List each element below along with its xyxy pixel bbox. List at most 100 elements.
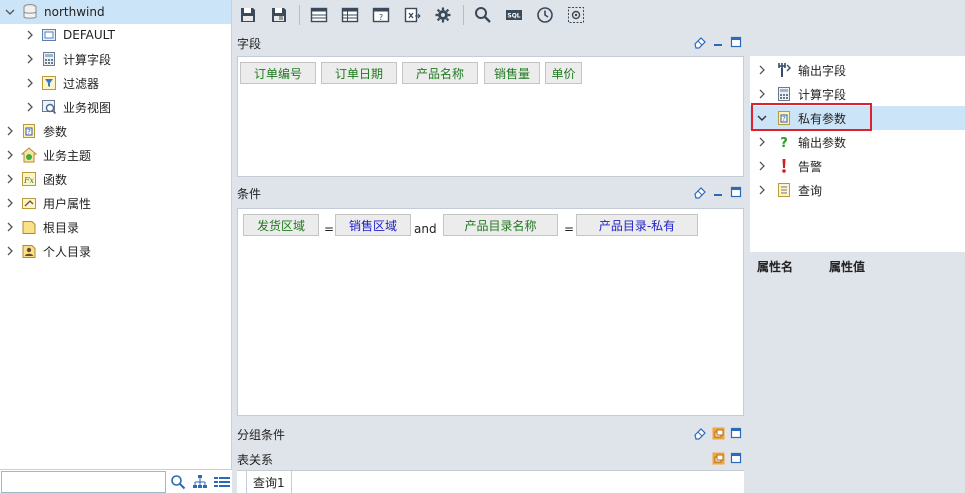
chevron-right-icon[interactable] — [24, 53, 36, 65]
tree-node-alert[interactable]: 告警 — [750, 154, 965, 178]
maximize-icon[interactable] — [729, 451, 743, 465]
save-icon[interactable] — [237, 4, 259, 26]
svg-text:Fx: Fx — [23, 176, 35, 185]
condition-right-param-2[interactable]: 产品目录-私有 — [576, 214, 698, 236]
param-window-icon[interactable]: ? — [370, 4, 392, 26]
tree-node-query[interactable]: 查询 — [750, 178, 965, 202]
export-icon[interactable] — [401, 4, 423, 26]
chevron-down-icon[interactable] — [4, 6, 16, 18]
tree-node-personal-folder[interactable]: 个人目录 — [0, 239, 231, 263]
maximize-icon[interactable] — [729, 185, 743, 199]
field-chip-order-date[interactable]: 订单日期 — [321, 62, 397, 84]
tree-node-function[interactable]: Fx 函数 — [0, 167, 231, 191]
function-icon: Fx — [21, 171, 37, 187]
restore-icon[interactable] — [711, 426, 725, 440]
chevron-right-icon[interactable] — [24, 77, 36, 89]
table-layout-icon[interactable] — [308, 4, 330, 26]
field-chip-sales-qty[interactable]: 销售量 — [484, 62, 540, 84]
conditions-panel[interactable]: 发货区域 = 销售区域 and 产品目录名称 = 产品目录-私有 — [237, 208, 744, 416]
fields-panel[interactable]: 订单编号 订单日期 产品名称 销售量 单价 — [237, 56, 744, 177]
condition-operator-2[interactable]: = — [564, 222, 574, 236]
field-chip-unit-price[interactable]: 单价 — [545, 62, 582, 84]
condition-left-field-1[interactable]: 发货区域 — [243, 214, 319, 236]
tree-search-input[interactable] — [1, 470, 166, 493]
property-value-header: 属性值 — [829, 259, 866, 274]
tab-query-1[interactable]: 查询1 — [246, 471, 292, 493]
grid-layout-icon[interactable] — [339, 4, 361, 26]
chevron-right-icon[interactable] — [4, 245, 16, 257]
tree-node-business-view[interactable]: 业务视图 — [0, 95, 231, 119]
eraser-icon[interactable] — [693, 35, 707, 49]
property-name-header: 属性名 — [757, 259, 794, 274]
tree-node-label: 计算字段 — [63, 52, 112, 67]
chevron-right-icon[interactable] — [756, 160, 768, 172]
tree-node-calc-field[interactable]: 计算字段 — [0, 47, 231, 71]
chevron-right-icon[interactable] — [756, 88, 768, 100]
toolbar-divider — [299, 5, 300, 25]
tree-node-root-folder[interactable]: 根目录 — [0, 215, 231, 239]
field-chip-order-id[interactable]: 订单编号 — [240, 62, 316, 84]
main-toolbar: ? SQL — [233, 0, 965, 30]
svg-text:?: ? — [780, 136, 788, 150]
chevron-right-icon[interactable] — [24, 29, 36, 41]
sql-icon[interactable]: SQL — [503, 4, 525, 26]
tree-view-icon[interactable] — [190, 472, 210, 492]
eraser-icon[interactable] — [693, 185, 707, 199]
restore-icon[interactable] — [711, 451, 725, 465]
condition-operator-1[interactable]: = — [324, 222, 334, 236]
maximize-icon[interactable] — [729, 426, 743, 440]
field-chip-product-name[interactable]: 产品名称 — [402, 62, 478, 84]
chevron-right-icon[interactable] — [756, 136, 768, 148]
preview-icon[interactable] — [565, 4, 587, 26]
gear-icon[interactable] — [432, 4, 454, 26]
tree-node-output-field[interactable]: 输出字段 — [750, 58, 965, 82]
condition-left-field-2[interactable]: 产品目录名称 — [443, 214, 558, 236]
tree-node-label: 输出字段 — [798, 63, 847, 78]
query-tab-bar: 查询1 — [237, 470, 744, 493]
tree-node-label: 告警 — [798, 159, 823, 174]
tree-node-label: 查询 — [798, 183, 823, 198]
tree-node-label: 计算字段 — [798, 87, 847, 102]
tree-node-northwind[interactable]: northwind — [0, 0, 231, 24]
chevron-right-icon[interactable] — [24, 101, 36, 113]
save-as-icon[interactable] — [268, 4, 290, 26]
condition-right-param-1[interactable]: 销售区域 — [335, 214, 411, 236]
tree-node-business-topic[interactable]: 业务主题 — [0, 143, 231, 167]
eraser-icon[interactable] — [693, 426, 707, 440]
default-folder-icon — [41, 27, 57, 43]
tree-node-user-attr[interactable]: 用户属性 — [0, 191, 231, 215]
group-section-title: 分组条件 — [237, 428, 286, 442]
database-icon — [22, 4, 38, 20]
chevron-right-icon[interactable] — [756, 64, 768, 76]
user-attr-icon — [21, 195, 37, 211]
search-icon[interactable] — [472, 4, 494, 26]
condition-connector[interactable]: and — [414, 222, 437, 236]
maximize-icon[interactable] — [729, 35, 743, 49]
chevron-right-icon[interactable] — [756, 184, 768, 196]
toolbar-divider — [463, 5, 464, 25]
minimize-icon[interactable] — [711, 185, 725, 199]
search-icon[interactable] — [168, 472, 188, 492]
chevron-right-icon[interactable] — [4, 149, 16, 161]
tree-node-label: 函数 — [43, 172, 68, 187]
chevron-right-icon[interactable] — [4, 173, 16, 185]
chevron-right-icon[interactable] — [4, 125, 16, 137]
list-view-icon[interactable] — [212, 472, 232, 492]
tree-node-label: 过滤器 — [63, 76, 100, 91]
personal-folder-icon — [21, 243, 37, 259]
param-icon: ? — [21, 123, 37, 139]
calc-field-icon — [41, 51, 57, 67]
relations-section-tools — [711, 451, 743, 465]
tree-node-default[interactable]: DEFAULT — [0, 23, 231, 47]
tree-node-param[interactable]: ? 参数 — [0, 119, 231, 143]
fields-section-title: 字段 — [237, 37, 262, 51]
clock-icon[interactable] — [534, 4, 556, 26]
chevron-right-icon[interactable] — [4, 197, 16, 209]
tree-node-output-param[interactable]: ? 输出参数 — [750, 130, 965, 154]
tree-node-filter[interactable]: 过滤器 — [0, 71, 231, 95]
chevron-right-icon[interactable] — [4, 221, 16, 233]
tree-node-label: DEFAULT — [63, 28, 115, 42]
tree-node-label: 个人目录 — [43, 244, 92, 259]
tree-node-label: 根目录 — [43, 220, 80, 235]
minimize-icon[interactable] — [711, 35, 725, 49]
